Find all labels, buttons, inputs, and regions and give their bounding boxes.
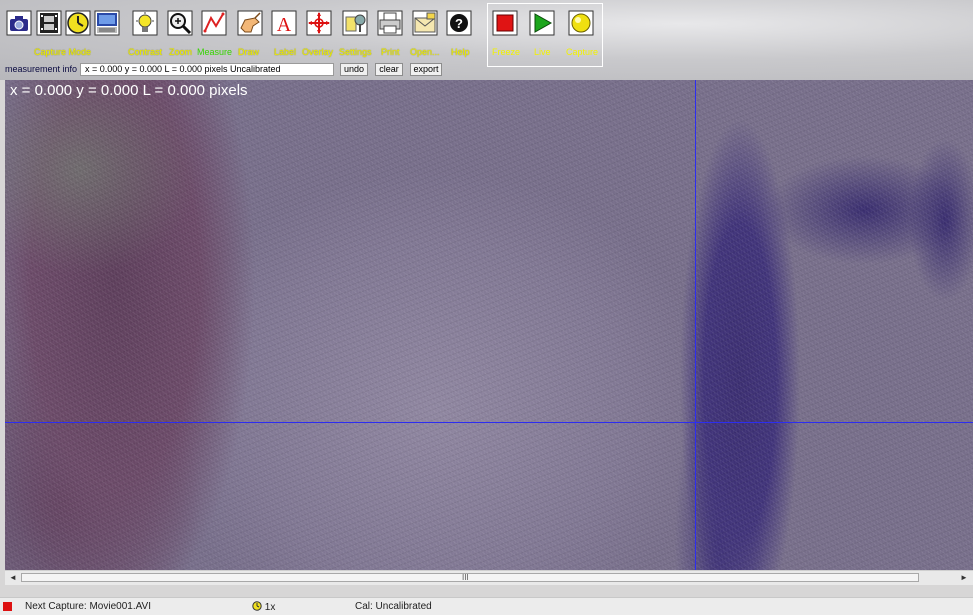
overlay-crosshair-icon[interactable]	[305, 8, 333, 38]
crosshair-vertical	[695, 80, 696, 570]
contrast-icon[interactable]	[131, 8, 159, 38]
capture-label: Capture	[566, 47, 599, 57]
capture-status-indicator	[3, 602, 12, 611]
undo-button[interactable]: undo	[340, 63, 368, 76]
zoom-status: 1x	[252, 601, 275, 613]
freeze-label: Freeze	[492, 47, 521, 57]
open-label: Open...	[410, 47, 440, 57]
monitor-icon[interactable]	[93, 8, 121, 38]
settings-label: Settings	[339, 47, 372, 57]
clear-button[interactable]: clear	[375, 63, 403, 76]
svg-text:?: ?	[455, 16, 463, 31]
live-label: Live	[534, 47, 551, 57]
measure-label: Measure	[197, 47, 233, 57]
capture-icon[interactable]	[567, 8, 595, 38]
capture-mode-label: Capture Mode	[34, 47, 92, 57]
measurement-info-field[interactable]: x = 0.000 y = 0.000 L = 0.000 pixels Unc…	[80, 63, 334, 76]
film-icon[interactable]	[35, 8, 63, 38]
draw-label: Draw	[238, 47, 260, 57]
calibration-status: Cal: Uncalibrated	[355, 601, 432, 612]
next-capture-text: Next Capture: Movie001.AVI	[25, 601, 151, 612]
measurement-info-label: measurement info	[5, 64, 78, 74]
svg-text:A: A	[277, 14, 292, 36]
scroll-thumb[interactable]: III	[21, 573, 919, 582]
live-play-icon[interactable]	[528, 8, 556, 38]
measure-icon[interactable]	[200, 8, 228, 38]
horizontal-scrollbar[interactable]: ◄ III ►	[5, 570, 973, 585]
open-envelope-icon[interactable]	[411, 8, 439, 38]
print-icon[interactable]	[376, 8, 404, 38]
status-bar: Next Capture: Movie001.AVI 1x Cal: Uncal…	[0, 597, 973, 615]
label-label: Label	[274, 47, 297, 57]
zoom-label: Zoom	[169, 47, 193, 57]
help-icon[interactable]: ?	[445, 8, 473, 38]
zoom-status-text: 1x	[264, 602, 276, 613]
image-texture	[5, 80, 973, 570]
overlay-label: Overlay	[302, 47, 334, 57]
crosshair-horizontal	[5, 422, 973, 423]
scroll-right-arrow[interactable]: ►	[957, 572, 971, 584]
settings-icon[interactable]	[341, 8, 369, 38]
toolbar: Capture Mode Contrast Zoom Measure Draw …	[0, 0, 973, 80]
contrast-label: Contrast	[128, 47, 163, 57]
scroll-grip: III	[462, 573, 469, 582]
draw-hand-icon[interactable]	[236, 8, 264, 38]
timer-icon[interactable]	[64, 8, 92, 38]
label-a-icon[interactable]: A	[270, 8, 298, 38]
export-button[interactable]: export	[410, 63, 442, 76]
coordinate-overlay: x = 0.000 y = 0.000 L = 0.000 pixels	[10, 82, 248, 99]
freeze-icon[interactable]	[491, 8, 519, 38]
print-label: Print	[381, 47, 400, 57]
help-label: Help	[451, 47, 470, 57]
live-image-viewport[interactable]: x = 0.000 y = 0.000 L = 0.000 pixels	[5, 80, 973, 570]
scroll-left-arrow[interactable]: ◄	[6, 572, 20, 584]
camera-icon[interactable]	[5, 8, 33, 38]
clock-icon	[252, 601, 262, 611]
zoom-icon[interactable]	[166, 8, 194, 38]
